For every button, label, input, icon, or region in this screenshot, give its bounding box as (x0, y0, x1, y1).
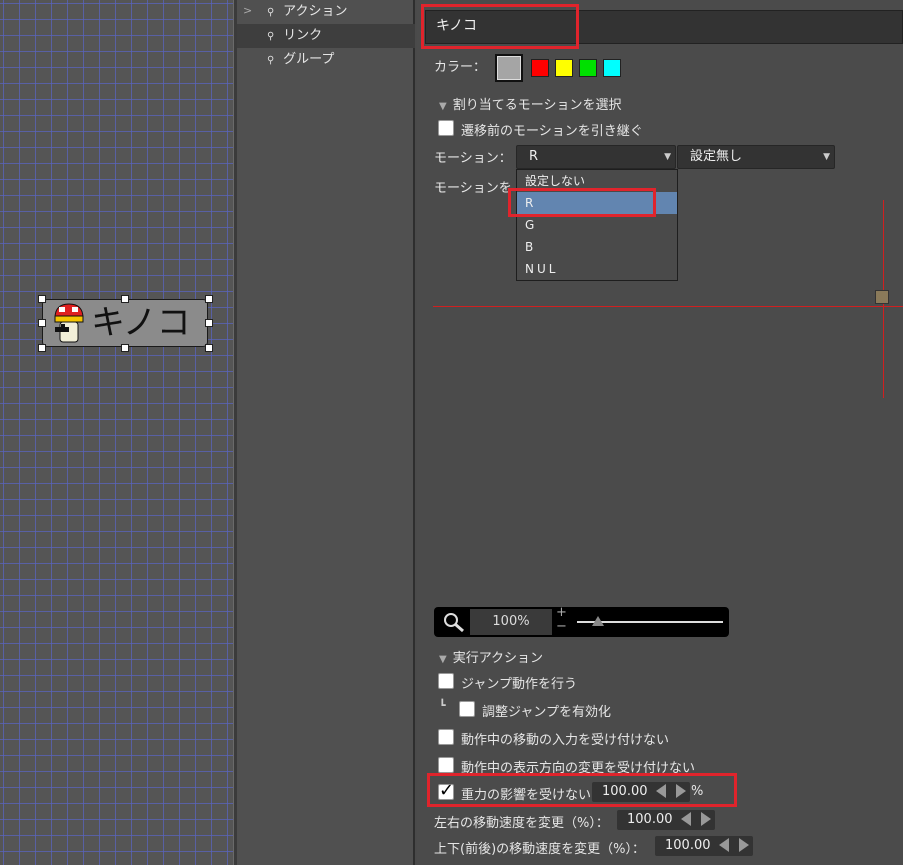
tree-item-action[interactable]: ⚲ アクション (237, 0, 415, 24)
adjust-jump-checkbox[interactable] (459, 701, 475, 717)
zoom-in-button[interactable]: + (556, 605, 567, 620)
magnifier-icon[interactable] (442, 611, 466, 633)
tree-item-label: リンク (283, 28, 323, 43)
motion-option[interactable]: B (517, 236, 677, 258)
tree-item-label: グループ (283, 52, 335, 67)
resize-handle-tm[interactable] (121, 295, 129, 303)
ignore-move-label: 動作中の移動の入力を受け付けない (461, 733, 670, 748)
motion-label: モーション： (434, 151, 512, 166)
jump-label: ジャンプ動作を行う (461, 677, 577, 692)
ignore-direction-label: 動作中の表示方向の変更を受け付けない (461, 761, 696, 776)
lr-speed-label: 左右の移動速度を変更（%）： (434, 816, 609, 831)
object-node[interactable]: キノコ (42, 299, 208, 347)
color-swatch-red[interactable] (531, 59, 549, 77)
motion-option[interactable]: G (517, 214, 677, 236)
name-input[interactable]: キノコ (425, 10, 903, 44)
increment-arrow-icon[interactable] (701, 812, 711, 826)
motion-dropdown-list: 設定しない R G B NUL (516, 169, 678, 281)
tree-item-label: アクション (283, 4, 348, 19)
motion-section-header[interactable]: ▼ 割り当てるモーションを選択 (439, 94, 621, 113)
chevron-down-icon: ▼ (664, 152, 671, 162)
collapse-triangle-icon: ▼ (439, 654, 447, 665)
guide-horizontal (433, 306, 903, 307)
properties-panel: キノコ カラー： ▼ 割り当てるモーションを選択 遷移前のモーションを引き継ぐ モ… (417, 0, 903, 865)
color-swatch-yellow[interactable] (555, 59, 573, 77)
decrement-arrow-icon[interactable] (719, 838, 729, 852)
node-icon: ⚲ (267, 55, 275, 66)
resize-handle-ml[interactable] (38, 319, 46, 327)
lr-speed-value: 100.00 (627, 812, 673, 827)
gravity-checkbox[interactable] (438, 780, 454, 801)
zoom-value[interactable]: 100% (470, 609, 552, 635)
color-label: カラー： (434, 60, 487, 75)
color-swatch-cyan[interactable] (603, 59, 621, 77)
tree-item-group[interactable]: ⚲ グループ (237, 48, 415, 72)
zoom-slider-knob[interactable] (592, 616, 604, 626)
inherit-motion-checkbox[interactable] (438, 120, 454, 136)
motion-option[interactable]: NUL (517, 258, 677, 280)
motion-select-value: R (529, 149, 539, 164)
inherit-motion-label: 遷移前のモーションを引き継ぐ (461, 124, 643, 139)
zoom-bar: 100% + − (434, 605, 729, 637)
motion-option[interactable]: 設定しない (517, 170, 677, 192)
motion-preview-label: モーションを (434, 181, 512, 196)
decrement-arrow-icon[interactable] (681, 812, 691, 826)
color-swatch-current[interactable] (495, 54, 523, 82)
preview-sprite (875, 290, 889, 304)
section-title: 割り当てるモーションを選択 (452, 98, 622, 113)
ud-speed-label: 上下(前後)の移動速度を変更（%）： (434, 842, 645, 857)
decrement-arrow-icon[interactable] (656, 784, 666, 798)
node-label: キノコ (91, 303, 191, 343)
section-title: 実行アクション (452, 651, 544, 666)
motion-sub-select-value: 設定無し (690, 149, 743, 164)
resize-handle-bl[interactable] (38, 344, 46, 352)
scene-canvas[interactable]: キノコ (0, 0, 233, 865)
resize-handle-tl[interactable] (38, 295, 46, 303)
node-icon: ⚲ (267, 31, 275, 42)
increment-arrow-icon[interactable] (676, 784, 686, 798)
gravity-unit: % (691, 784, 704, 799)
increment-arrow-icon[interactable] (739, 838, 749, 852)
ud-speed-field[interactable]: 100.00 (655, 836, 753, 856)
ud-speed-value: 100.00 (665, 838, 711, 853)
lr-speed-field[interactable]: 100.00 (617, 810, 715, 830)
color-swatch-green[interactable] (579, 59, 597, 77)
gravity-label: 重力の影響を受けない (461, 788, 592, 803)
zoom-out-button[interactable]: − (556, 619, 567, 634)
motion-select[interactable]: R ▼ (516, 145, 676, 169)
chevron-down-icon: ▼ (823, 152, 830, 162)
action-section-header[interactable]: ▼ 実行アクション (439, 647, 543, 666)
node-icon: ⚲ (267, 7, 275, 18)
collapse-triangle-icon: ▼ (439, 101, 447, 112)
resize-handle-mr[interactable] (205, 319, 213, 327)
resize-handle-bm[interactable] (121, 344, 129, 352)
gravity-value: 100.00 (602, 784, 648, 799)
gravity-value-field[interactable]: 100.00 (592, 782, 690, 802)
object-tree: > ⚲ アクション ⚲ リンク ⚲ グループ (237, 0, 415, 865)
motion-sub-select[interactable]: 設定無し ▼ (677, 145, 835, 169)
indent-marker: ┗ (439, 699, 446, 712)
adjust-jump-label: 調整ジャンプを有効化 (482, 705, 611, 720)
motion-option-selected[interactable]: R (517, 192, 677, 214)
resize-handle-tr[interactable] (205, 295, 213, 303)
ignore-move-checkbox[interactable] (438, 729, 454, 745)
resize-handle-br[interactable] (205, 344, 213, 352)
tree-item-link[interactable]: ⚲ リンク (237, 24, 415, 48)
jump-checkbox[interactable] (438, 673, 454, 689)
ignore-direction-checkbox[interactable] (438, 757, 454, 773)
mushroom-icon (54, 303, 84, 343)
